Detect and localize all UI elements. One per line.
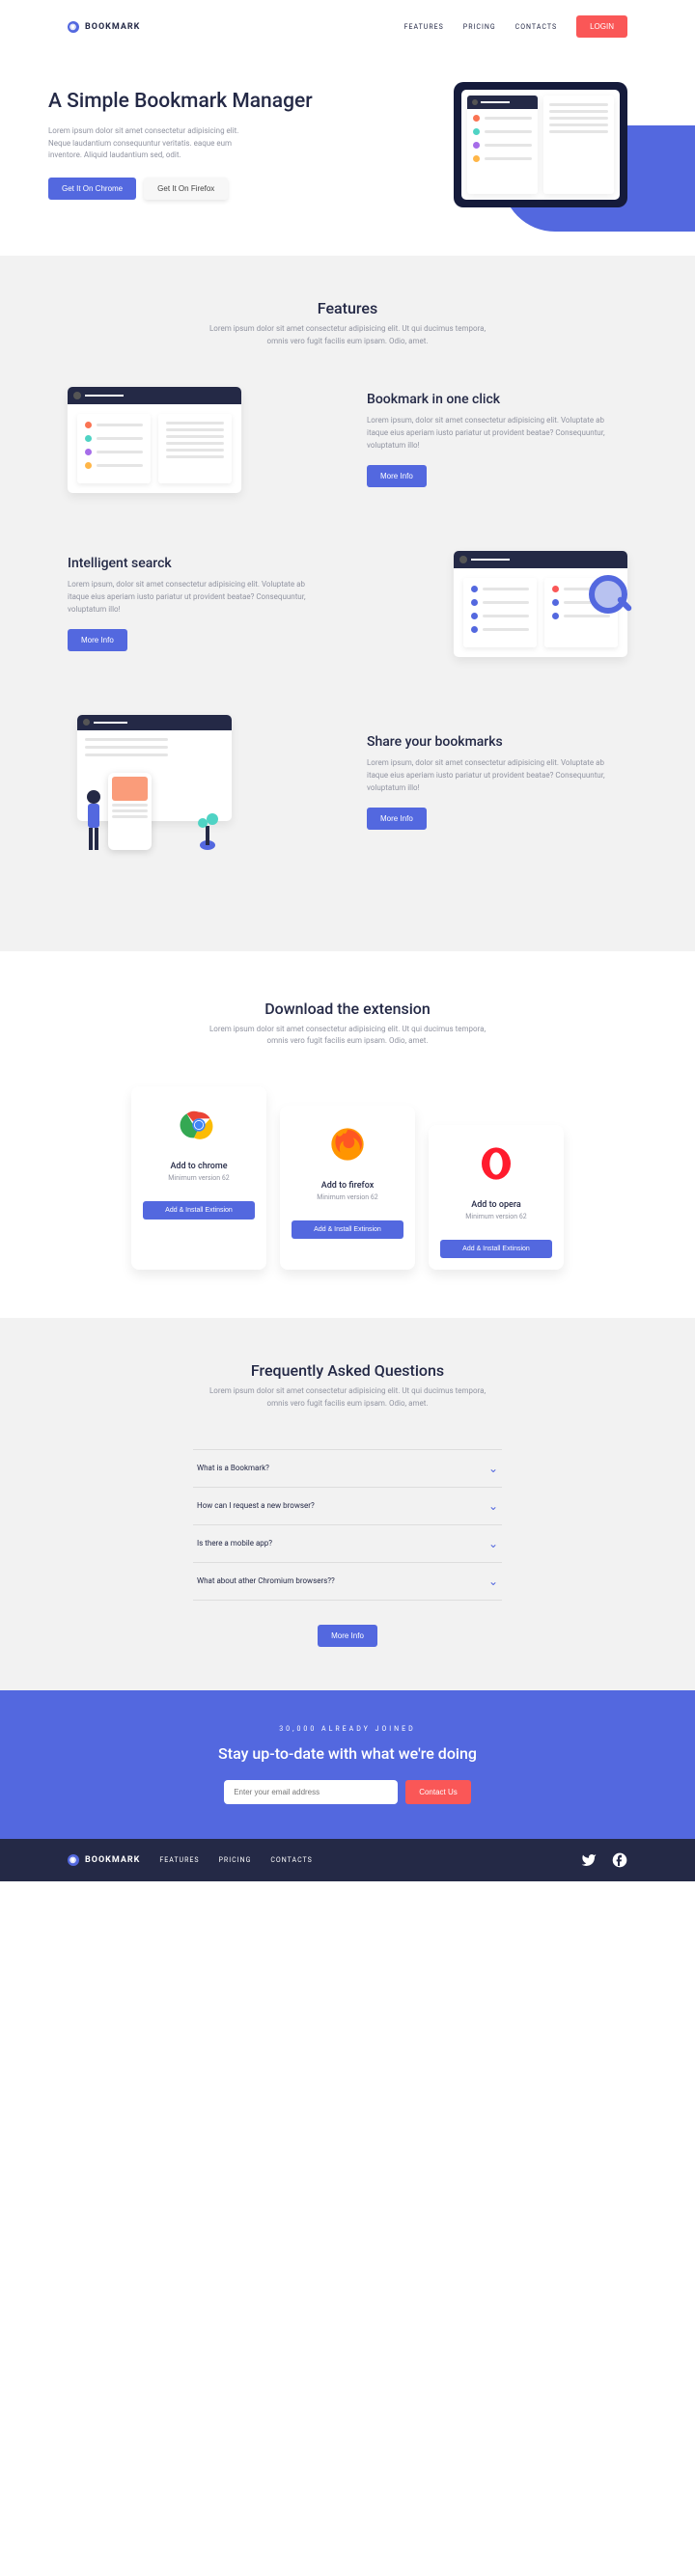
feature1-illustration (68, 387, 241, 493)
feature1-title: Bookmark in one click (367, 392, 627, 407)
chrome-button[interactable]: Get It On Chrome (48, 178, 136, 200)
chrome-install-button[interactable]: Add & Install Extinsion (143, 1201, 255, 1219)
plant-icon (193, 811, 222, 850)
facebook-icon[interactable] (612, 1852, 627, 1868)
cta-title: Stay up-to-date with what we're doing (68, 1744, 627, 1763)
twitter-icon[interactable] (581, 1852, 597, 1868)
opera-ver: Minimum version 62 (440, 1213, 552, 1220)
logo[interactable]: ◉ BOOKMARK (68, 21, 140, 33)
chevron-down-icon: ⌄ (488, 1499, 498, 1513)
footer-logo[interactable]: ◉ BOOKMARK (68, 1854, 140, 1866)
hero-title: A Simple Bookmark Manager (48, 90, 454, 114)
downloads-title: Download the extension (48, 1000, 647, 1018)
faq-item-3[interactable]: Is there a mobile app?⌄ (193, 1525, 502, 1563)
feature2-button[interactable]: More Info (68, 629, 127, 651)
download-card-chrome: Add to chrome Minimum version 62 Add & I… (131, 1086, 266, 1270)
firefox-button[interactable]: Get It On Firefox (144, 178, 228, 200)
feature3-illustration (68, 715, 241, 850)
feature3-button[interactable]: More Info (367, 808, 427, 830)
feature2-title: Intelligent searck (68, 556, 328, 571)
footer-pricing[interactable]: PRICING (219, 1856, 252, 1864)
chrome-name: Add to chrome (143, 1162, 255, 1171)
feature2-desc: Lorem ipsum, dolor sit amet consectetur … (68, 579, 328, 616)
firefox-ver: Minimum version 62 (292, 1193, 403, 1201)
feature1-button[interactable]: More Info (367, 465, 427, 487)
download-card-firefox: Add to firefox Minimum version 62 Add & … (280, 1106, 415, 1270)
login-button[interactable]: LOGIN (576, 15, 627, 38)
footer-features[interactable]: FEATURES (159, 1856, 199, 1864)
opera-icon (477, 1144, 515, 1183)
download-card-opera: Add to opera Minimum version 62 Add & In… (429, 1125, 564, 1270)
faq-more-button[interactable]: More Info (318, 1625, 377, 1647)
downloads-sub: Lorem ipsum dolor sit amet consectetur a… (203, 1024, 492, 1049)
firefox-install-button[interactable]: Add & Install Extinsion (292, 1220, 403, 1239)
hero-desc: Lorem ipsum dolor sit amet consectetur a… (48, 125, 241, 162)
magnifier-icon (589, 575, 642, 628)
contact-button[interactable]: Contact Us (405, 1780, 471, 1804)
nav-pricing[interactable]: PRICING (463, 23, 496, 31)
feature2-illustration (454, 551, 627, 657)
chrome-ver: Minimum version 62 (143, 1174, 255, 1182)
cta-label: 30,000 ALREADY JOINED (68, 1725, 627, 1733)
feature3-desc: Lorem ipsum, dolor sit amet consectetur … (367, 757, 627, 794)
faq-item-1[interactable]: What is a Bookmark?⌄ (193, 1449, 502, 1488)
logo-icon: ◉ (68, 21, 79, 33)
opera-name: Add to opera (440, 1200, 552, 1210)
feature3-title: Share your bookmarks (367, 734, 627, 750)
footer-contacts[interactable]: CONTACTS (270, 1856, 312, 1864)
hero-illustration (454, 82, 627, 207)
opera-install-button[interactable]: Add & Install Extinsion (440, 1240, 552, 1258)
faq-item-2[interactable]: How can I request a new browser?⌄ (193, 1488, 502, 1525)
email-input[interactable] (224, 1780, 398, 1804)
faq-sub: Lorem ipsum dolor sit amet consectetur a… (203, 1385, 492, 1411)
faq-title: Frequently Asked Questions (68, 1361, 627, 1380)
firefox-icon (328, 1125, 367, 1164)
nav-features[interactable]: FEATURES (404, 23, 444, 31)
chevron-down-icon: ⌄ (488, 1575, 498, 1588)
firefox-name: Add to firefox (292, 1181, 403, 1191)
chrome-icon (180, 1106, 218, 1144)
chevron-down-icon: ⌄ (488, 1537, 498, 1550)
faq-item-4[interactable]: What about ather Chromium browsers??⌄ (193, 1563, 502, 1601)
feature1-desc: Lorem ipsum, dolor sit amet consectetur … (367, 415, 627, 452)
features-title: Features (68, 299, 627, 317)
logo-icon: ◉ (68, 1854, 79, 1866)
logo-text: BOOKMARK (85, 22, 140, 32)
chevron-down-icon: ⌄ (488, 1462, 498, 1475)
features-sub: Lorem ipsum dolor sit amet consectetur a… (203, 323, 492, 348)
nav-contacts[interactable]: CONTACTS (515, 23, 557, 31)
